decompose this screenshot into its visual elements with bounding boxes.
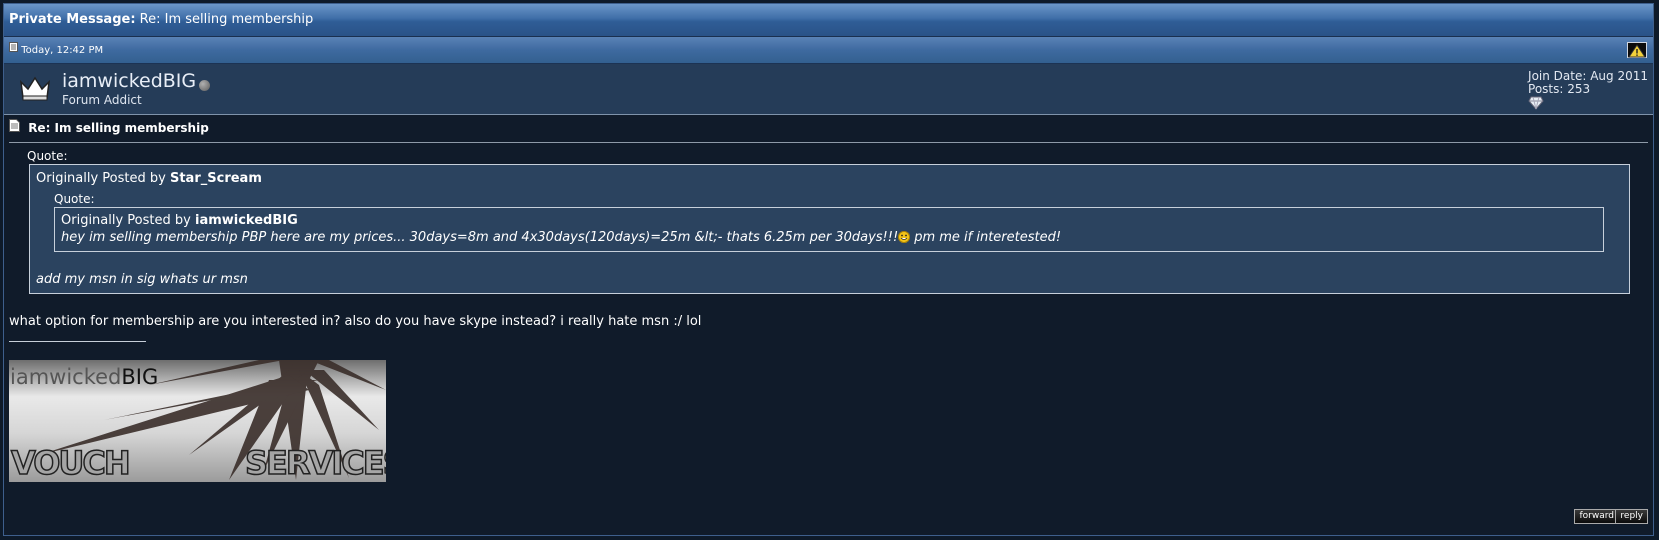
quote-label: Quote: [27, 149, 68, 163]
nested-quote-text: hey im selling membership PBP here are m… [61, 230, 1597, 245]
banner-name-part-a: iamwicked [10, 365, 122, 389]
user-title: Forum Addict [62, 93, 142, 107]
nested-quote-label: Quote: [54, 192, 95, 206]
nested-quote-header: Originally Posted by iamwickedBIG [61, 213, 1597, 228]
nested-quote-text-end: pm me if interetested! [914, 230, 1062, 245]
gem-icon [1528, 96, 1544, 110]
reply-button[interactable]: reply [1615, 509, 1648, 524]
private-message-panel: Private Message: Re: Im selling membersh… [3, 3, 1654, 536]
nested-quote-box: Originally Posted by iamwickedBIG hey im… [54, 207, 1604, 252]
title-prefix: Private Message: [9, 12, 136, 27]
forward-button[interactable]: forward [1574, 509, 1619, 524]
message-body: what option for membership are you inter… [9, 314, 702, 329]
banner-services: SERVICES [244, 443, 386, 482]
message-title: Re: Im selling membership [9, 115, 1648, 143]
window-title: Re: Im selling membership [139, 12, 314, 27]
banner-name-part-b: BIG [121, 365, 159, 389]
online-status-icon [199, 80, 210, 91]
user-stats: Join Date: Aug 2011 Posts: 253 [1528, 69, 1648, 110]
banner-vouch: VOUCH [10, 443, 131, 482]
document-icon [9, 37, 18, 63]
message-content: Re: Im selling membership Quote: Origina… [4, 115, 1653, 482]
signature-banner: iamwickedBIG VOUCH SERVICES [9, 360, 386, 482]
join-date: Join Date: Aug 2011 [1528, 69, 1648, 83]
username-link[interactable]: iamwickedBIG [62, 70, 196, 92]
crown-avatar-icon [18, 74, 54, 104]
banner-name: iamwickedBIG [10, 365, 158, 389]
nested-quote-text-main: hey im selling membership PBP here are m… [61, 230, 899, 245]
quote-box: Originally Posted by Star_Scream Quote: … [29, 164, 1630, 294]
quote-author: Star_Scream [169, 171, 262, 186]
nested-posted-by-prefix: Originally Posted by [61, 213, 191, 228]
quote-text: add my msn in sig whats ur msn [36, 272, 248, 287]
user-info-bar: iamwickedBIG Forum Addict Join Date: Aug… [4, 64, 1653, 115]
post-date-bar: Today, 12:42 PM [4, 37, 1653, 64]
quote-header: Originally Posted by Star_Scream [36, 171, 1622, 186]
message-title-text: Re: Im selling membership [28, 121, 209, 135]
warning-icon [1628, 44, 1646, 58]
signature-divider [9, 341, 146, 342]
smiley-icon [898, 231, 911, 243]
report-post-button[interactable] [1627, 42, 1647, 58]
posted-by-prefix: Originally Posted by [36, 171, 166, 186]
post-count: Posts: 253 [1528, 82, 1591, 96]
document-icon [9, 115, 20, 142]
nested-quote-author: iamwickedBIG [194, 213, 298, 228]
title-bar: Private Message: Re: Im selling membersh… [4, 4, 1653, 37]
post-date: Today, 12:42 PM [21, 45, 104, 56]
